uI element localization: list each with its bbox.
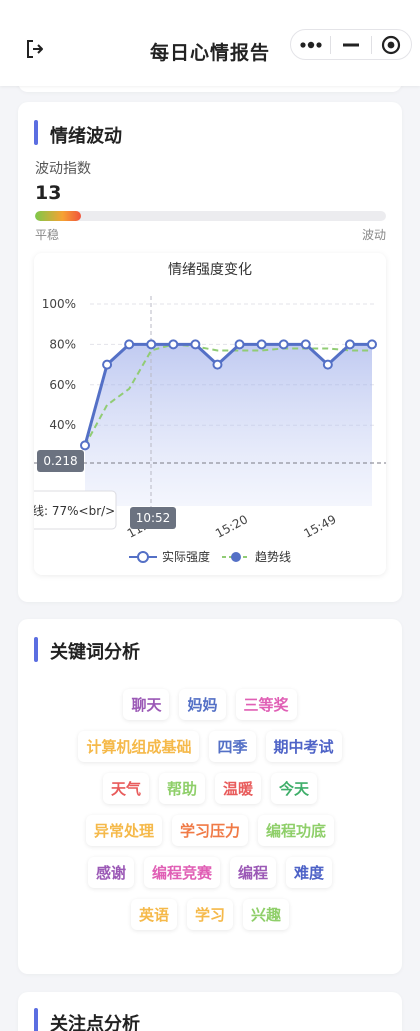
keyword-chip[interactable]: 编程 — [230, 857, 277, 888]
keyword-chip[interactable]: 四季 — [209, 731, 256, 762]
emotion-intensity-chart[interactable]: 情绪强度变化 100%80%60%40% 11:1615:2015:4910: … — [34, 253, 386, 575]
legend-actual-marker — [137, 551, 149, 563]
keyword-row: 聊天 妈妈 三等奖 — [18, 689, 402, 720]
data-point[interactable] — [278, 339, 289, 350]
data-point[interactable] — [146, 339, 157, 350]
y-tick-label: 100% — [42, 297, 76, 311]
keyword-analysis-card: 关键词分析 聊天 妈妈 三等奖 计算机组成基础 四季 期中考试 天气 帮助 温暖 今天 异常处理 学习… — [18, 619, 402, 974]
chart-svg[interactable]: 情绪强度变化 100%80%60%40% 11:1615:2015:4910: … — [34, 253, 386, 575]
wave-index-label: 波动指数 — [35, 161, 91, 177]
data-point[interactable] — [80, 440, 90, 451]
keyword-chip[interactable]: 难度 — [286, 857, 333, 888]
wave-progress-fill — [35, 211, 81, 221]
section-accent-bar — [34, 637, 38, 662]
keyword-chip[interactable]: 今天 — [271, 773, 318, 804]
data-point[interactable] — [256, 339, 267, 350]
keyword-row: 英语 学习 兴趣 — [18, 899, 402, 930]
data-point[interactable] — [124, 339, 135, 350]
data-point[interactable] — [322, 359, 333, 370]
y-tick-label: 60% — [49, 378, 76, 392]
y-axis-pointer-value: 0.218 — [43, 454, 77, 468]
data-point[interactable] — [190, 339, 201, 350]
keyword-chip[interactable]: 温暖 — [215, 773, 262, 804]
close-button[interactable] — [372, 30, 411, 59]
section-accent-bar — [34, 1008, 38, 1031]
mini-program-capsule — [290, 29, 412, 60]
keyword-chip[interactable]: 聊天 — [123, 689, 170, 720]
keyword-chip[interactable]: 兴趣 — [243, 899, 290, 930]
keyword-chip[interactable]: 编程功底 — [258, 815, 335, 846]
section-title: 情绪波动 — [50, 126, 122, 147]
emotion-fluctuation-card: 情绪波动 波动指数 13 平稳 波动 情绪强度变化 100% 80% 60% 40% … — [18, 102, 402, 602]
wave-index-value: 13 — [35, 182, 62, 204]
minimize-icon — [342, 43, 359, 46]
y-tick-label: 80% — [49, 337, 76, 351]
keyword-chip[interactable]: 妈妈 — [179, 689, 226, 720]
legend: 实际强度 趋势线 — [129, 549, 291, 564]
keyword-chip[interactable]: 英语 — [130, 899, 177, 930]
keyword-chip[interactable]: 学习压力 — [171, 815, 248, 846]
data-point[interactable] — [234, 339, 245, 350]
x-tick-label: 15:20 — [213, 512, 250, 541]
more-button[interactable] — [291, 30, 330, 59]
keyword-row: 异常处理 学习压力 编程功底 — [18, 815, 402, 846]
legend-actual-label: 实际强度 — [162, 549, 210, 564]
tooltip-text: 线: 77%<br/> — [34, 504, 115, 518]
x-tick-label: 15:49 — [301, 512, 338, 541]
keyword-chip[interactable]: 感谢 — [87, 857, 134, 888]
data-point[interactable] — [367, 339, 377, 350]
more-dots-icon — [300, 41, 322, 48]
data-point[interactable] — [212, 359, 223, 370]
keyword-row: 计算机组成基础 四季 期中考试 — [18, 731, 402, 762]
data-point[interactable] — [300, 339, 311, 350]
legend-trend-marker — [231, 552, 241, 562]
keyword-chip[interactable]: 天气 — [102, 773, 149, 804]
keyword-chip[interactable]: 编程竞赛 — [143, 857, 220, 888]
section-title: 关键词分析 — [50, 642, 140, 663]
target-close-icon — [382, 35, 401, 54]
navigation-bar: 每日心情报告 — [0, 0, 420, 86]
keyword-row: 感谢 编程竞赛 编程 难度 — [18, 857, 402, 888]
wave-progress-bar — [35, 211, 386, 221]
x-axis-pointer-value: 10:52 — [136, 511, 171, 525]
focus-analysis-card: 关注点分析 — [18, 992, 402, 1031]
keyword-chip[interactable]: 学习 — [186, 899, 233, 930]
wave-min-label: 平稳 — [35, 228, 60, 242]
keyword-row: 天气 帮助 温暖 今天 — [18, 773, 402, 804]
section-title: 关注点分析 — [50, 1014, 140, 1031]
keyword-chip[interactable]: 三等奖 — [235, 689, 297, 720]
keyword-chip[interactable]: 异常处理 — [85, 815, 162, 846]
keyword-cloud: 聊天 妈妈 三等奖 计算机组成基础 四季 期中考试 天气 帮助 温暖 今天 异常处理 学习压力 编程功底… — [18, 689, 402, 941]
data-point[interactable] — [102, 359, 113, 370]
section-accent-bar — [34, 120, 38, 145]
data-point[interactable] — [344, 339, 355, 350]
wave-max-label: 波动 — [361, 228, 386, 242]
chart-title: 情绪强度变化 — [168, 262, 252, 278]
data-point[interactable] — [168, 339, 179, 350]
keyword-chip[interactable]: 期中考试 — [265, 731, 342, 762]
y-tick-label: 40% — [49, 418, 76, 432]
keyword-chip[interactable]: 计算机组成基础 — [78, 731, 200, 762]
keyword-chip[interactable]: 帮助 — [158, 773, 205, 804]
legend-trend-label: 趋势线 — [255, 550, 291, 564]
minimize-button[interactable] — [331, 30, 370, 59]
